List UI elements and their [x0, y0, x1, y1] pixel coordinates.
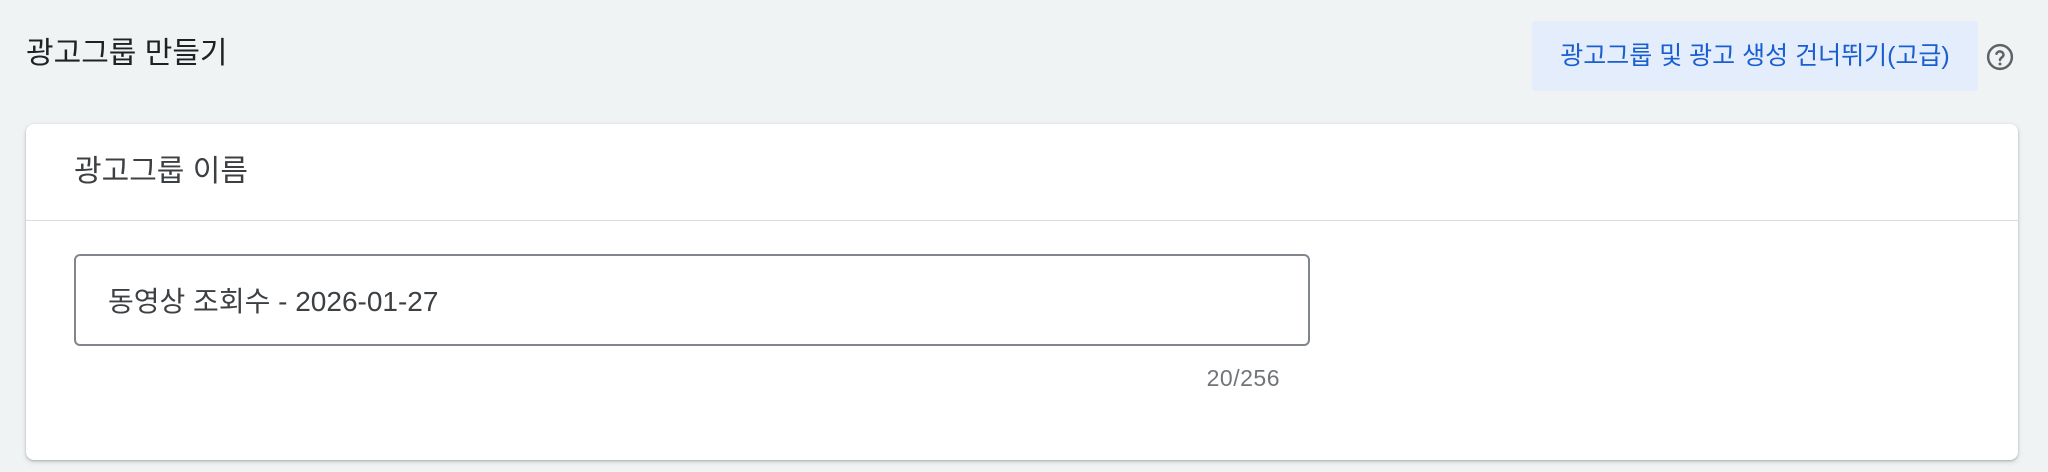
ad-group-name-card: 광고그룹 이름 20/256 — [26, 124, 2018, 460]
page-title: 광고그룹 만들기 — [26, 37, 228, 70]
ad-group-name-input[interactable] — [76, 256, 1308, 344]
ad-group-name-field[interactable] — [74, 254, 1310, 346]
card-title: 광고그룹 이름 — [74, 155, 248, 188]
character-counter: 20/256 — [1206, 365, 1280, 391]
skip-ad-group-creation-button[interactable]: 광고그룹 및 광고 생성 건너뛰기(고급) — [1532, 21, 1978, 91]
card-header: 광고그룹 이름 — [26, 124, 2018, 221]
help-icon[interactable] — [1985, 42, 2015, 72]
